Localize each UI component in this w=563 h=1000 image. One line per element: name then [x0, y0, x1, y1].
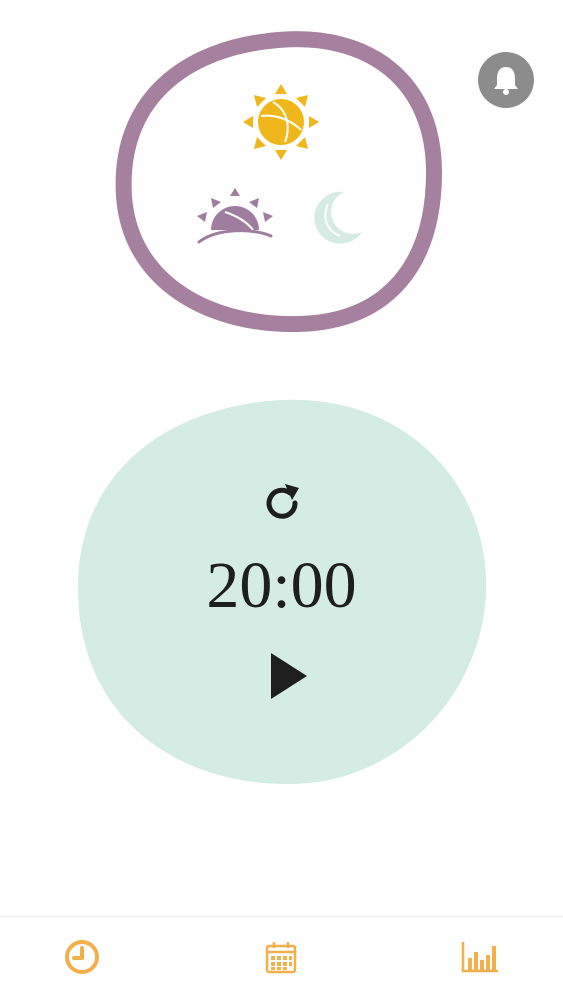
reset-button[interactable]	[257, 478, 307, 528]
refresh-icon	[266, 484, 299, 519]
time-of-day-selector	[115, 31, 442, 333]
play-icon	[271, 653, 307, 699]
app-screen: 20:00	[0, 0, 563, 1000]
moon-icon	[314, 191, 362, 244]
notification-button[interactable]	[478, 52, 534, 108]
nav-timer-tab[interactable]	[60, 935, 104, 979]
moon-option[interactable]	[314, 191, 362, 244]
clock-icon	[65, 940, 99, 974]
sunrise-icon	[197, 188, 273, 244]
play-button[interactable]	[258, 645, 318, 707]
calendar-icon	[265, 942, 297, 974]
timer-display: 20:00	[206, 549, 357, 622]
nav-calendar-tab[interactable]	[259, 935, 303, 979]
bar-chart-icon	[461, 942, 498, 973]
bell-icon	[494, 67, 518, 95]
bottom-navigation	[0, 916, 563, 1000]
sun-icon	[243, 84, 319, 160]
nav-stats-tab[interactable]	[458, 935, 502, 979]
sunrise-option[interactable]	[197, 188, 273, 244]
sun-option[interactable]	[243, 84, 319, 160]
selector-ring	[115, 31, 442, 333]
